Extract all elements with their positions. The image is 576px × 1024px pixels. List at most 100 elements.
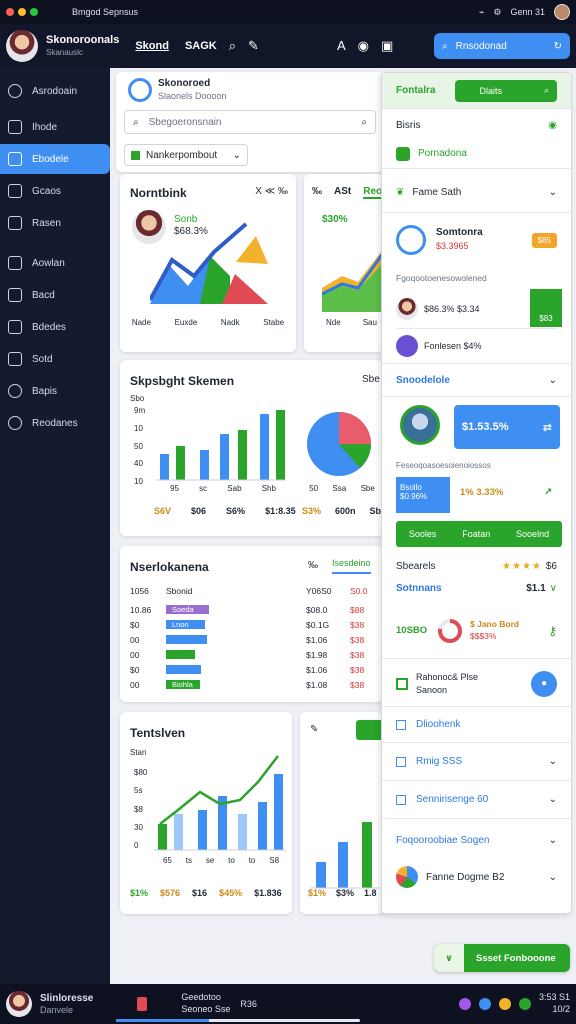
panel-header-button[interactable]: Dlaits ⌕ [455,79,557,102]
panel-row[interactable]: ❦ Fame Sath ⌄ [382,173,571,213]
filter-dropdown[interactable]: Nankerpombout ⌄ [124,144,248,166]
nav-item[interactable]: SAGK [185,40,217,52]
taskbar-item[interactable]: Geedotoo [181,992,230,1004]
table-row[interactable]: 00 Biohla $1.08 $38 [130,677,374,692]
sidebar-item-reodanes[interactable]: Reodanes [0,408,110,438]
sidebar-item-bdedes[interactable]: Bdedes [0,312,110,342]
y-tick: 10 [134,423,143,433]
cast-icon[interactable]: ⌁ [479,7,484,18]
sidebar-item-aowlan[interactable]: Aowlan [0,248,110,278]
tab[interactable]: ‰ [312,186,322,199]
table-icon[interactable]: ‰ [308,560,318,571]
app-icon[interactable] [498,998,511,1010]
tab[interactable]: ASt [334,186,351,199]
list-item[interactable]: Dlioohenk [382,707,571,743]
tab[interactable]: Sooelnd [516,529,549,539]
primary-action-button[interactable]: ∨ Ssset Fonbooone [434,944,570,972]
table-row[interactable]: 00 $1.06 $38 [130,632,374,647]
sidebar-item-asrodoain[interactable]: Asrodoain [0,76,110,106]
list-item[interactable]: Rmig SSS ⌄ [382,743,571,781]
app-icon[interactable] [137,997,148,1011]
x-ticks: 65 ts se to to S8 [156,856,286,865]
green-tab[interactable] [356,720,384,740]
maximize-window-button[interactable] [30,8,38,16]
note-sub: Sanoon [416,684,448,695]
search-input[interactable]: ⌕ Sbegoeronsnain ⌕ [124,110,376,134]
record-icon[interactable]: ◉ [358,38,369,54]
chevron-down-icon: ⌄ [548,187,557,198]
table-row[interactable]: 10.86 Soeda $08.0 $88 [130,602,374,617]
panel-row[interactable]: Bisris ◉ [382,111,571,139]
tab[interactable]: Foatan [462,529,490,539]
edit-icon[interactable]: ✎ [310,724,318,735]
bag-icon[interactable]: ▣ [381,38,393,54]
section-header[interactable]: Foqooroobiae Sogen ⌄ [382,823,571,857]
nav-item[interactable]: Skond [135,40,169,52]
sidebar-item-bacd[interactable]: Bacd [0,280,110,310]
search-action-icon[interactable]: ⌕ [361,117,367,128]
section-header[interactable]: Snoodelole ⌄ [382,363,571,397]
card-title: Tentslven [130,726,186,740]
brand: Skonoroonals Skanauslc [46,34,119,58]
link-icon: ⇄ [542,421,552,434]
clock-time: 3:53 S1 [538,992,570,1003]
table-cell: $38 [350,679,365,690]
account-row[interactable]: Somtonra $3.3965 $85 [382,215,571,265]
caption: Fgoqootoenesowolened [396,273,487,283]
bar [238,814,247,850]
sidebar-item-bapis[interactable]: Bapis [0,376,110,406]
x-label: Sau [362,318,377,327]
bar-footer: S6V $06 S6% $1:8.35 [154,506,296,516]
table-row[interactable]: $0 $1.06 $38 [130,662,374,677]
metric-card[interactable]: $1.53.5% ⇄ [454,405,560,449]
list-item[interactable]: Sennirisenge 60 ⌄ [382,781,571,819]
bar [160,454,169,480]
app-icon[interactable] [458,998,471,1010]
footer-value: S6% [226,506,246,516]
sidebar-item-rasen[interactable]: Rasen [0,208,110,238]
taskbar-item[interactable]: R36 [240,999,257,1009]
sidebar-item-ihode[interactable]: Ihode [0,112,110,142]
donut-row[interactable]: 10SBO $ Jano Bord $$$3% ⚷ [382,603,571,659]
search-button[interactable]: ⌕ Rnsodonad ↻ [434,33,570,59]
font-icon[interactable]: A [337,38,346,54]
sidebar-item-label: Aowlan [32,257,65,269]
tab-active[interactable]: Reo [363,186,383,199]
star-rating[interactable]: ★★★★ [502,561,542,572]
note-row[interactable]: Rahonoc& Plse Sanoon ● [382,661,571,707]
table-cell: 00 [130,649,140,660]
app-icon[interactable] [518,998,531,1010]
extension-icon[interactable]: ✎ [248,38,259,54]
refresh-icon[interactable]: ↻ [554,41,562,52]
taskbar-item[interactable]: Seoneo Sse [181,1004,230,1014]
sidebar-item-ebodele[interactable]: Ebodele [0,144,110,174]
search-placeholder: Sbegoeronsnain [148,116,222,128]
footer-value: 600n [335,506,356,516]
app-icon[interactable] [478,998,491,1010]
titlebar-date: Genn 31 [510,7,545,17]
sidebar-item-gcaos[interactable]: Gcaos [0,176,110,206]
row-label: Pornadona [418,148,467,159]
table-cell: $38 [350,619,365,630]
tab[interactable]: Sooles [409,529,437,539]
card-menu[interactable]: Sbe [362,374,380,385]
sidebar-item-label: Ebodele [32,153,69,165]
list-item[interactable]: Fanne Dogme B2 ⌄ [382,859,571,895]
user-icon[interactable]: ● [531,670,557,697]
table-row[interactable]: $0 Lnon $0.1G $38 [130,617,374,632]
tab-active[interactable]: Isesdeino [332,558,371,574]
sidebar-item-sotd[interactable]: Sotd [0,344,110,374]
list-item[interactable]: Fonlesen $4% [396,329,558,363]
status-icon: ◉ [548,119,557,131]
avatar[interactable] [6,991,32,1017]
settings-icon[interactable]: ⚙ [493,7,501,18]
search-icon[interactable]: ⌕ [229,38,236,54]
avatar[interactable] [554,4,570,20]
panel-row[interactable]: Pornadona [382,139,571,169]
minimize-window-button[interactable] [18,8,26,16]
card-actions[interactable]: X ≪ ‰ [255,186,288,197]
bar [258,802,267,850]
table-row[interactable]: 00 $1.98 $38 [130,647,374,662]
avatar[interactable] [6,30,38,62]
close-window-button[interactable] [6,8,14,16]
